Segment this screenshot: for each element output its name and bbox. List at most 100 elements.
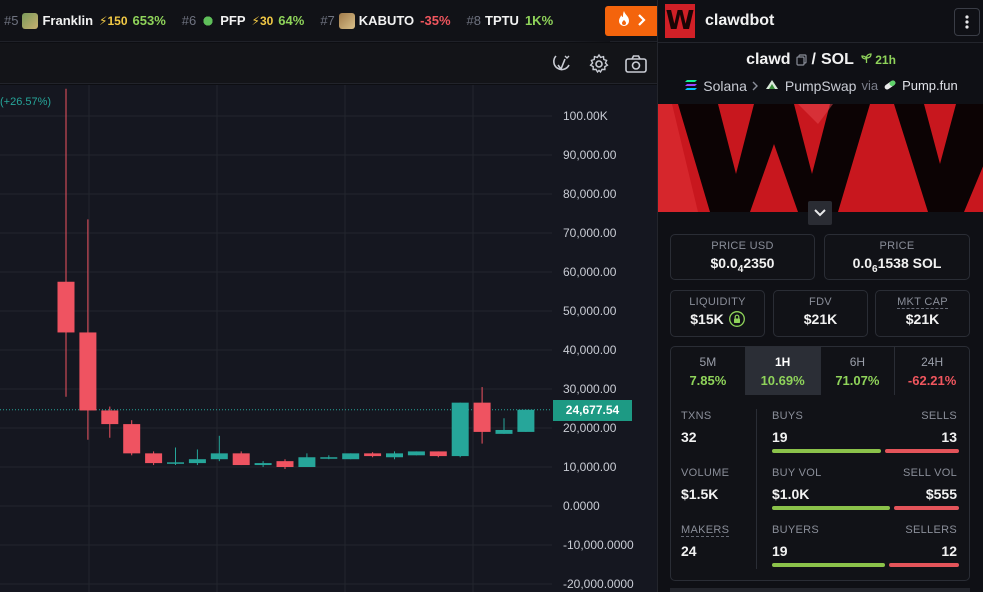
sell-vol-label: SELL VOL — [903, 467, 957, 479]
tab-24h[interactable]: 24H -62.21% — [895, 347, 969, 395]
ticker-item[interactable]: #8 TPTU 1K% — [467, 13, 554, 28]
y-tick-label: -10,000.0000 — [563, 538, 634, 552]
pair-separator: / — [811, 51, 816, 68]
price-sol-card: PRICE 0.061538 SOL — [824, 234, 970, 280]
makers-value: 24 — [681, 543, 697, 559]
indicator-icon[interactable] — [549, 52, 573, 76]
candle-body — [495, 429, 513, 434]
volume-label: VOLUME — [681, 467, 730, 479]
tab-5m[interactable]: 5M 7.85% — [671, 347, 746, 395]
ticker-change: -35% — [420, 13, 451, 28]
sprout-icon — [861, 53, 872, 63]
ticker-item[interactable]: #7 KABUTO -35% — [320, 12, 451, 29]
period-change: -62.21% — [907, 373, 957, 388]
lock-icon — [728, 311, 745, 327]
sells-ratio-bar — [885, 449, 959, 453]
expand-banner-button[interactable] — [808, 201, 832, 225]
fdv-label: FDV — [809, 296, 832, 308]
price-sol-value: 0.061538 SOL — [852, 255, 942, 275]
fdv-card: FDV $21K — [773, 290, 868, 337]
period-label: 5M — [699, 355, 717, 369]
period-label: 24H — [921, 355, 944, 369]
y-tick-label: 70,000.00 — [563, 226, 617, 240]
breadcrumb: Solana PumpSwap via Pump.fun — [658, 77, 983, 94]
y-tick-label: 90,000.00 — [563, 148, 617, 162]
trending-ticker: #5 Franklin ⚡150 653% #6 PFP ⚡30 64% #7 KABUTO -35… — [0, 0, 657, 42]
solana-icon — [684, 78, 698, 94]
trending-button[interactable] — [605, 6, 657, 36]
chain-link[interactable]: Solana — [703, 78, 747, 94]
candlestick-chart[interactable]: 100.00K 90,000.00 80,000.00 70,000.00 60,000… — [0, 85, 657, 592]
ticker-rank: #8 — [466, 13, 481, 28]
y-tick-label: 60,000.00 — [563, 265, 617, 279]
launchpad-link[interactable]: Pump.fun — [902, 78, 958, 93]
buys-label: BUYS — [772, 410, 804, 422]
buy-vol-ratio-bar — [772, 506, 890, 510]
pair-base: clawd — [746, 51, 791, 68]
ticker-boost: ⚡150 — [99, 13, 128, 28]
y-tick-label: 80,000.00 — [563, 187, 617, 201]
next-section-edge — [670, 588, 970, 592]
token-banner-image — [658, 104, 983, 212]
token-avatar — [338, 12, 355, 29]
flame-icon — [616, 10, 632, 32]
txns-value: 32 — [681, 429, 697, 445]
pill-icon — [883, 78, 897, 94]
period-label: 6H — [849, 355, 866, 369]
price-usd-card: PRICE USD $0.042350 — [670, 234, 815, 280]
sellers-value: 12 — [941, 543, 957, 559]
candle-body — [101, 410, 119, 425]
token-avatar — [22, 12, 39, 29]
liquidity-card: LIQUIDITY $15K — [670, 290, 765, 337]
candle-body — [167, 462, 184, 464]
mktcap-card: MKT CAP $21K — [875, 290, 970, 337]
sells-value: 13 — [941, 429, 957, 445]
candle-body — [298, 457, 316, 467]
price-chart[interactable]: 100.00K 90,000.00 80,000.00 70,000.00 60,000… — [0, 85, 657, 592]
period-change: 71.07% — [835, 373, 880, 388]
buy-vol-value: $1.0K — [772, 486, 810, 502]
tab-1h[interactable]: 1H 10.69% — [745, 347, 821, 395]
mktcap-value: $21K — [905, 311, 940, 327]
buy-vol-label: BUY VOL — [772, 467, 822, 479]
y-tick-label: 20,000.00 — [563, 421, 617, 435]
ticker-change: 1K% — [524, 13, 554, 28]
pair-age-text: 21h — [875, 53, 896, 67]
ticker-fade — [560, 0, 610, 42]
ticker-item[interactable]: #5 Franklin ⚡150 653% — [4, 12, 166, 29]
token-side-panel: W clawdbot clawd / SOL 21h Solana PumpSw… — [657, 0, 983, 592]
price-usd-label: PRICE USD — [711, 240, 774, 252]
ticker-change: 653% — [132, 13, 166, 28]
candle-body — [407, 451, 425, 456]
candle-body — [188, 459, 206, 464]
period-change: 10.69% — [760, 373, 805, 388]
candle-body — [145, 453, 163, 464]
ticker-change: 64% — [278, 13, 305, 28]
ticker-rank: #5 — [4, 13, 19, 28]
buys-ratio-bar — [772, 449, 881, 453]
ticker-rank: #7 — [320, 13, 335, 28]
sellers-ratio-bar — [889, 563, 959, 567]
copy-icon[interactable] — [795, 54, 807, 66]
ticker-item[interactable]: #6 PFP ⚡30 64% — [182, 12, 305, 29]
period-label: 1H — [774, 355, 791, 369]
chevron-right-icon — [752, 78, 759, 94]
candle-body — [386, 453, 403, 458]
sell-vol-ratio-bar — [894, 506, 959, 510]
period-tabs: 5M 7.85% 1H 10.69% 6H 71.07% 24H -62.21% — [670, 346, 970, 396]
side-header: W clawdbot — [658, 0, 983, 43]
ticker-boost: ⚡30 — [251, 13, 274, 28]
more-menu-button[interactable] — [954, 8, 980, 36]
buyers-value: 19 — [772, 543, 788, 559]
candle-body — [429, 451, 447, 457]
buys-value: 19 — [772, 429, 788, 445]
camera-icon[interactable] — [624, 52, 648, 76]
gear-icon[interactable] — [587, 52, 611, 76]
tab-6h[interactable]: 6H 71.07% — [821, 347, 896, 395]
candle-body — [451, 402, 469, 457]
dex-link[interactable]: PumpSwap — [785, 78, 857, 94]
vertical-dots-icon — [965, 15, 969, 29]
price-usd-value: $0.042350 — [710, 255, 775, 275]
buyers-label: BUYERS — [772, 524, 820, 536]
ticker-name: Franklin — [42, 13, 94, 28]
